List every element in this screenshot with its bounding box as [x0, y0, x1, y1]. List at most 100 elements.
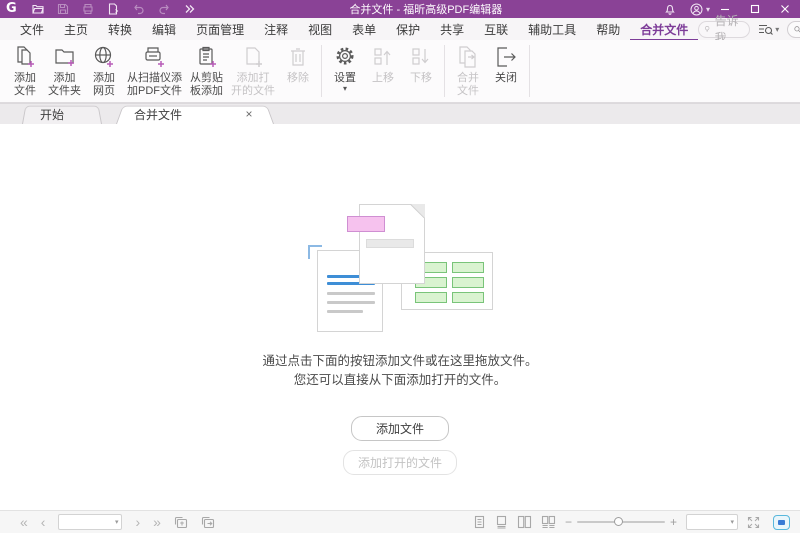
clipboard-icon [195, 45, 219, 69]
close-button[interactable] [770, 0, 800, 18]
move-down-icon [409, 45, 433, 69]
add-opened-files-button[interactable]: 添加打 开的文件 [227, 44, 279, 99]
zoom-out-icon[interactable]: − [565, 516, 572, 528]
print-icon[interactable] [82, 3, 94, 15]
menu-protect[interactable]: 保护 [386, 18, 430, 40]
add-folder-button[interactable]: 添加 文件夹 [44, 44, 85, 99]
document-tabbar: 开始 合并文件 × [0, 103, 800, 124]
next-page-icon[interactable]: › [135, 515, 140, 529]
view-zoom-controls: − + ▾ [473, 514, 790, 530]
add-from-scanner-button[interactable]: 从扫描仪添 加PDF文件 [123, 44, 186, 99]
menu-view[interactable]: 视图 [298, 18, 342, 40]
exit-icon [494, 45, 518, 69]
merge-files-panel: 通过点击下面的按钮添加文件或在这里拖放文件。 您还可以直接从下面添加打开的文件。… [0, 124, 800, 510]
previous-view-icon[interactable] [174, 516, 188, 529]
tab-close-icon[interactable]: × [242, 107, 256, 121]
page-number-input[interactable]: ▾ [58, 514, 122, 530]
menubar: 文件 主页 转换 编辑 页面管理 注释 视图 表单 保护 共享 互联 辅助工具 … [0, 18, 800, 40]
drop-hint-text: 通过点击下面的按钮添加文件或在这里拖放文件。 您还可以直接从下面添加打开的文件。 [262, 352, 537, 390]
tab-merge-files[interactable]: 合并文件 × [116, 104, 274, 124]
add-folder-icon [53, 45, 77, 69]
menu-file[interactable]: 文件 [10, 18, 54, 40]
gear-icon [333, 45, 357, 69]
settings-button[interactable]: 设置 ▾ [326, 44, 364, 92]
redo-icon[interactable] [158, 3, 171, 15]
save-icon[interactable] [57, 3, 69, 15]
menu-share[interactable]: 共享 [430, 18, 474, 40]
first-page-icon[interactable]: « [20, 515, 28, 529]
merge-files-button[interactable]: 合并 文件 [449, 44, 487, 99]
continuous-view-icon[interactable] [495, 515, 508, 529]
hint-line-2: 您还可以直接从下面添加打开的文件。 [262, 371, 537, 390]
facing-continuous-view-icon[interactable] [541, 515, 556, 529]
maximize-button[interactable] [740, 0, 770, 18]
menu-help[interactable]: 帮助 [586, 18, 630, 40]
add-webpage-globe-icon [92, 45, 116, 69]
zoom-slider-track[interactable] [577, 521, 665, 523]
add-opened-files-action-button[interactable]: 添加打开的文件 [343, 450, 457, 475]
trash-icon [286, 45, 310, 69]
zoom-slider-thumb[interactable] [614, 517, 623, 526]
find-input[interactable]: 查找 [787, 21, 800, 38]
menu-edit[interactable]: 编辑 [142, 18, 186, 40]
ribbon-group-actions: 合并 文件 关闭 [449, 44, 525, 99]
menu-accessibility[interactable]: 辅助工具 [518, 18, 586, 40]
statusbar: « ‹ ▾ › » − + [0, 510, 800, 533]
close-merge-button[interactable]: 关闭 [487, 44, 525, 86]
merge-files-icon [456, 45, 480, 69]
foxit-logo-icon: G [6, 0, 17, 18]
zoom-box-caret-icon: ▾ [730, 518, 734, 526]
remove-button[interactable]: 移除 [279, 44, 317, 86]
settings-caret-icon: ▾ [343, 86, 347, 91]
add-webpage-button[interactable]: 添加 网页 [85, 44, 123, 99]
opened-file-icon [241, 45, 265, 69]
search-filter-icon [758, 23, 773, 36]
undo-icon[interactable] [132, 3, 145, 15]
add-files-action-button[interactable]: 添加文件 [351, 416, 449, 441]
ribbon-group-add: 添加 文件 添加 文件夹 添加 网页 从扫描仪添 加PDF文件 从剪贴 板添加 [6, 44, 317, 99]
page-navigation: « ‹ ▾ › » [10, 514, 215, 530]
ribbon-separator [529, 45, 530, 97]
foxit-assistant-icon[interactable] [773, 515, 790, 530]
ribbon-separator [444, 45, 445, 97]
last-page-icon[interactable]: » [153, 515, 161, 529]
zoom-level-input[interactable]: ▾ [686, 514, 738, 530]
page-box-caret-icon: ▾ [115, 518, 119, 526]
ribbon-group-arrange: 设置 ▾ 上移 下移 [326, 44, 440, 92]
menu-home[interactable]: 主页 [54, 18, 98, 40]
highlight-pink-block [347, 216, 385, 232]
new-document-icon[interactable] [107, 3, 119, 15]
notifications-bell-icon[interactable] [657, 3, 683, 15]
move-down-button[interactable]: 下移 [402, 44, 440, 86]
menu-convert[interactable]: 转换 [98, 18, 142, 40]
fullscreen-icon[interactable] [747, 516, 760, 529]
window-title: 合并文件 - 福昕高级PDF编辑器 [195, 1, 657, 17]
open-file-icon[interactable] [32, 3, 44, 15]
title-placeholder-bar [366, 239, 414, 248]
add-files-button[interactable]: 添加 文件 [6, 44, 44, 99]
zoom-slider[interactable]: − + [565, 516, 677, 528]
tell-me-search[interactable]: 告诉我... [698, 21, 750, 38]
lightbulb-icon [704, 23, 710, 35]
menu-comment[interactable]: 注释 [254, 18, 298, 40]
menu-merge-files[interactable]: 合并文件 [630, 18, 698, 41]
customize-toolbar-chevron-icon[interactable] [184, 4, 195, 14]
single-page-view-icon[interactable] [473, 515, 486, 529]
previous-page-icon[interactable]: ‹ [41, 515, 46, 529]
ribbon-separator [321, 45, 322, 97]
scanner-icon [143, 45, 167, 69]
menu-organize[interactable]: 页面管理 [186, 18, 254, 40]
ribbon-merge-files: 添加 文件 添加 文件夹 添加 网页 从扫描仪添 加PDF文件 从剪贴 板添加 [0, 40, 800, 103]
quick-access-toolbar: G [0, 0, 195, 18]
menu-form[interactable]: 表单 [342, 18, 386, 40]
search-options-button[interactable]: ▾ [758, 23, 779, 36]
move-up-button[interactable]: 上移 [364, 44, 402, 86]
next-view-icon[interactable] [201, 516, 215, 529]
facing-view-icon[interactable] [517, 515, 532, 529]
merge-documents-illustration [295, 190, 505, 340]
add-from-clipboard-button[interactable]: 从剪贴 板添加 [186, 44, 227, 99]
zoom-in-icon[interactable]: + [670, 516, 677, 528]
tab-start[interactable]: 开始 [22, 104, 102, 124]
add-file-icon [13, 45, 37, 69]
menu-connect[interactable]: 互联 [474, 18, 518, 40]
